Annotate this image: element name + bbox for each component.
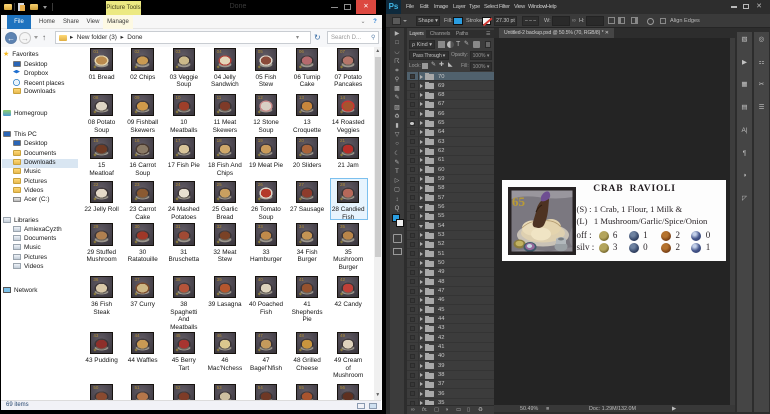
svg-text:65: 65 <box>512 194 526 209</box>
